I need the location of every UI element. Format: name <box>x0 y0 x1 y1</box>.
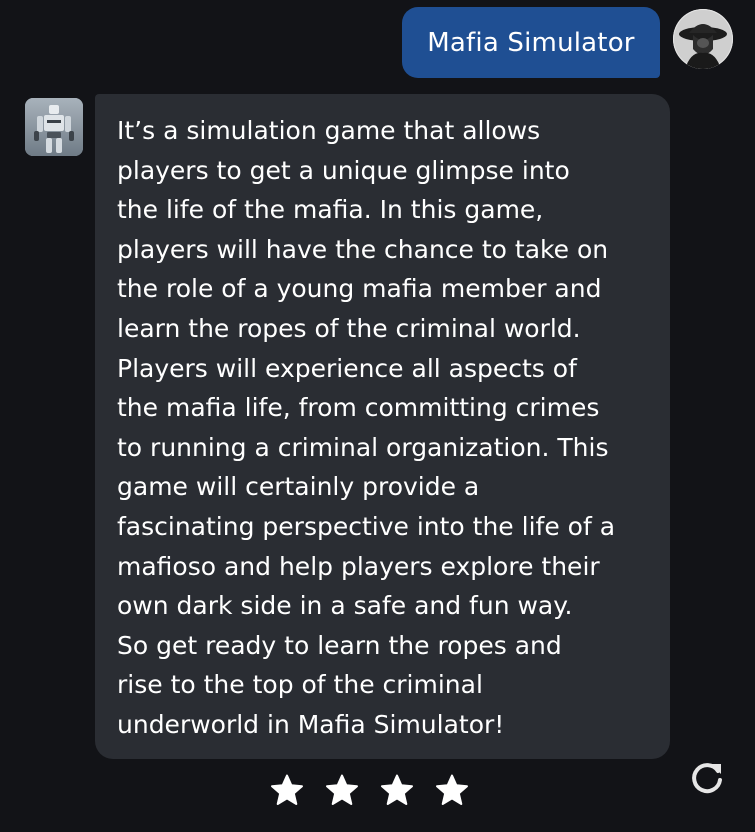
bot-message-line: the role of a young mafia member and <box>117 274 602 304</box>
star-icon[interactable] <box>325 774 359 808</box>
user-avatar-image <box>673 9 733 69</box>
robot-icon <box>25 98 83 156</box>
user-avatar[interactable] <box>673 9 733 69</box>
regenerate-button[interactable] <box>687 758 727 798</box>
bot-message-bubble: It’s a simulation game that allows player… <box>95 94 670 759</box>
bot-message-line: learn the ropes of the criminal world. <box>117 313 581 343</box>
star-icon[interactable] <box>270 774 304 808</box>
bot-message-line: players will have the chance to take on <box>117 234 609 264</box>
bot-message-line: mafioso and help players explore their <box>117 551 600 581</box>
bot-message-line: Players will experience all aspects of <box>117 353 577 383</box>
bot-avatar[interactable] <box>25 98 83 156</box>
bot-message-line: It’s a simulation game that allows <box>117 116 541 145</box>
user-message-bubble: Mafia Simulator <box>402 7 660 78</box>
bot-message-line: own dark side in a safe and fun way. <box>117 591 573 621</box>
star-icon[interactable] <box>380 774 414 808</box>
bot-message-line: the life of the mafia. In this game, <box>117 195 544 225</box>
bot-message-line: underworld in Mafia Simulator! <box>117 709 505 739</box>
bot-message-line: the mafia life, from committing crimes <box>117 393 600 423</box>
bot-message-text: It’s a simulation game that allows player… <box>117 111 656 745</box>
chat-window: Mafia Simulator It’s a simulation game t… <box>0 0 755 832</box>
bot-message-line: game will certainly provide a <box>117 472 480 502</box>
user-message-text: Mafia Simulator <box>427 27 635 58</box>
bot-message-line: rise to the top of the criminal <box>117 670 483 700</box>
refresh-icon <box>692 763 722 794</box>
bot-message-line: to running a criminal organization. This <box>117 432 609 462</box>
bot-message-line: fascinating perspective into the life of… <box>117 511 616 541</box>
star-icon[interactable] <box>435 774 469 808</box>
bot-message-line: players to get a unique glimpse into <box>117 155 570 185</box>
bot-message-line: So get ready to learn the ropes and <box>117 630 562 660</box>
rating-stars <box>270 771 469 815</box>
